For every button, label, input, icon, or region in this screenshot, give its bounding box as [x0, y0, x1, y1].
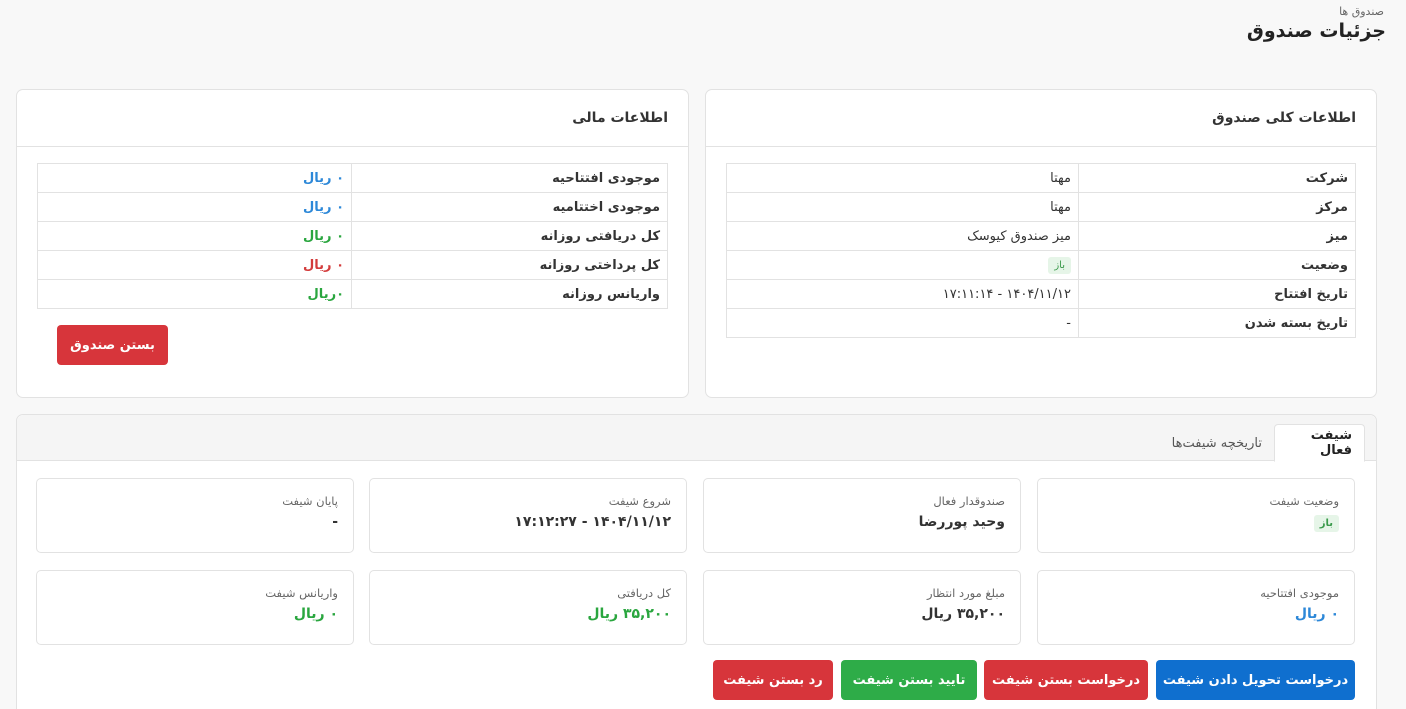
shift-end-card: پایان شیفت -	[36, 478, 354, 553]
general-info-card: اطلاعات کلی صندوق شرکت مهتا مرکز مهتا می…	[705, 89, 1377, 398]
closing-date-label: تاریخ بسته شدن	[1078, 308, 1356, 338]
desk-value: میز صندوق کیوسک	[726, 221, 1079, 251]
total-received-label: کل دریافتی	[617, 586, 671, 600]
center-label: مرکز	[1078, 192, 1356, 222]
table-row: میز میز صندوق کیوسک	[726, 221, 1356, 251]
shift-status-label: وضعیت شیفت	[1269, 494, 1340, 508]
status-label: وضعیت	[1078, 250, 1356, 280]
active-cashier-value: وحید پوررضا	[918, 514, 1005, 530]
expected-amount-value: ۳۵,۲۰۰ ریال	[921, 606, 1005, 622]
reject-close-shift-button[interactable]: رد بستن شیفت	[713, 660, 833, 700]
request-close-shift-button[interactable]: درخواست بستن شیفت	[984, 660, 1148, 700]
shift-status-card: وضعیت شیفت باز	[1037, 478, 1355, 553]
shift-opening-balance-card: موجودی افتتاحیه ۰ ریال	[1037, 570, 1355, 645]
opening-date-label: تاریخ افتتاح	[1078, 279, 1356, 309]
shift-card: شیفت فعال تاریخچه شیفت‌ها وضعیت شیفت باز…	[16, 414, 1377, 709]
desk-label: میز	[1078, 221, 1356, 251]
table-row: کل دریافتی روزانه ۰ ریال	[37, 221, 668, 251]
general-info-title: اطلاعات کلی صندوق	[706, 90, 1376, 147]
center-value: مهتا	[726, 192, 1079, 222]
general-info-table: شرکت مهتا مرکز مهتا میز میز صندوق کیوسک …	[726, 163, 1356, 338]
tab-shift-history[interactable]: تاریخچه شیفت‌ها	[1149, 424, 1274, 462]
table-row: موجودی افتتاحیه ۰ ریال	[37, 163, 668, 193]
total-received-value: ۳۵,۲۰۰ ریال	[587, 606, 671, 622]
company-value: مهتا	[726, 163, 1079, 193]
opening-balance-value: ۰ ریال	[37, 163, 352, 193]
tabs-bar: شیفت فعال تاریخچه شیفت‌ها	[17, 415, 1376, 462]
shift-end-label: پایان شیفت	[282, 494, 338, 508]
expected-amount-label: مبلغ مورد انتظار	[926, 586, 1005, 600]
opening-balance-label: موجودی افتتاحیه	[351, 163, 668, 193]
tab-active-shift[interactable]: شیفت فعال	[1274, 424, 1365, 462]
opening-date-value: ۱۴۰۴/۱۱/۱۲ - ۱۷:۱۱:۱۴	[726, 279, 1079, 309]
table-row: شرکت مهتا	[726, 163, 1356, 193]
expected-amount-card: مبلغ مورد انتظار ۳۵,۲۰۰ ریال	[703, 570, 1021, 645]
daily-received-value: ۰ ریال	[37, 221, 352, 251]
status-cell: باز	[726, 250, 1079, 280]
total-received-card: کل دریافتی ۳۵,۲۰۰ ریال	[369, 570, 687, 645]
close-cashbox-button[interactable]: بستن صندوق	[57, 325, 168, 365]
shift-opening-balance-value: ۰ ریال	[1294, 606, 1339, 622]
approve-close-shift-button[interactable]: تایید بستن شیفت	[841, 660, 977, 700]
status-badge: باز	[1048, 256, 1071, 274]
table-row: تاریخ بسته شدن -	[726, 308, 1356, 338]
request-handover-button[interactable]: درخواست تحویل دادن شیفت	[1156, 660, 1355, 700]
shift-variance-label: واریانس شیفت	[265, 586, 338, 600]
breadcrumb[interactable]: صندوق ها	[1339, 5, 1384, 18]
closing-balance-label: موجودی اختتامیه	[351, 192, 668, 222]
closing-balance-value: ۰ ریال	[37, 192, 352, 222]
shift-end-value: -	[332, 514, 338, 530]
shift-start-label: شروع شیفت	[608, 494, 671, 508]
shift-opening-balance-label: موجودی افتتاحیه	[1260, 586, 1339, 600]
daily-variance-value: ۰ریال	[37, 279, 352, 309]
daily-received-label: کل دریافتی روزانه	[351, 221, 668, 251]
table-row: واریانس روزانه ۰ریال	[37, 279, 668, 309]
daily-paid-label: کل پرداختی روزانه	[351, 250, 668, 280]
financial-info-title: اطلاعات مالی	[17, 90, 688, 147]
active-cashier-label: صندوقدار فعال	[933, 494, 1005, 508]
daily-paid-value: ۰ ریال	[37, 250, 352, 280]
shift-variance-card: واریانس شیفت ۰ ریال	[36, 570, 354, 645]
table-row: موجودی اختتامیه ۰ ریال	[37, 192, 668, 222]
shift-start-card: شروع شیفت ۱۴۰۴/۱۱/۱۲ - ۱۷:۱۲:۲۷	[369, 478, 687, 553]
page-title: جزئیات صندوق	[1246, 20, 1386, 42]
company-label: شرکت	[1078, 163, 1356, 193]
shift-status-badge: باز	[1313, 515, 1339, 532]
table-row: وضعیت باز	[726, 250, 1356, 280]
financial-info-table: موجودی افتتاحیه ۰ ریال موجودی اختتامیه ۰…	[37, 163, 668, 309]
daily-variance-label: واریانس روزانه	[351, 279, 668, 309]
table-row: کل پرداختی روزانه ۰ ریال	[37, 250, 668, 280]
financial-info-card: اطلاعات مالی موجودی افتتاحیه ۰ ریال موجو…	[16, 89, 689, 398]
shift-status-value-wrap: باز	[1053, 514, 1339, 532]
closing-date-value: -	[726, 308, 1079, 338]
shift-variance-value: ۰ ریال	[293, 606, 338, 622]
shift-start-value: ۱۴۰۴/۱۱/۱۲ - ۱۷:۱۲:۲۷	[514, 514, 671, 530]
active-cashier-card: صندوقدار فعال وحید پوررضا	[703, 478, 1021, 553]
table-row: تاریخ افتتاح ۱۴۰۴/۱۱/۱۲ - ۱۷:۱۱:۱۴	[726, 279, 1356, 309]
table-row: مرکز مهتا	[726, 192, 1356, 222]
